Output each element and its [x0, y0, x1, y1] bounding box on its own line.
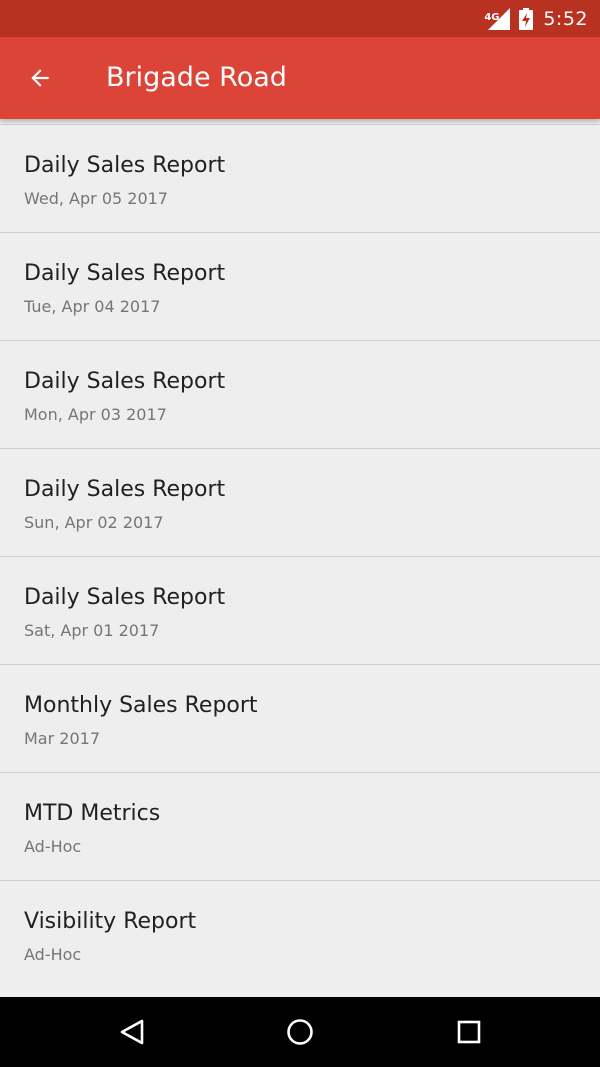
navigation-bar [0, 997, 600, 1067]
report-title: Daily Sales Report [24, 153, 226, 178]
list-item[interactable]: Daily Sales Report Tue, Apr 04 2017 [0, 233, 600, 341]
report-subtitle: Wed, Apr 05 2017 [24, 189, 168, 208]
page-title: Brigade Road [106, 62, 287, 93]
report-title: Daily Sales Report [24, 369, 226, 394]
network-type-label: 4G [484, 11, 500, 23]
triangle-back-icon [120, 1019, 144, 1045]
back-button[interactable] [16, 54, 64, 102]
report-title: Daily Sales Report [24, 261, 226, 286]
battery-indicator [519, 7, 534, 30]
report-subtitle: Sat, Apr 01 2017 [24, 621, 160, 640]
report-title: MTD Metrics [24, 801, 161, 826]
report-subtitle: Ad-Hoc [24, 945, 82, 964]
battery-charging-icon [519, 7, 534, 30]
list-item[interactable]: Daily Sales Report Sat, Apr 01 2017 [0, 557, 600, 665]
circle-home-icon [287, 1019, 313, 1045]
nav-recents-button[interactable] [445, 1008, 493, 1056]
report-subtitle: Mon, Apr 03 2017 [24, 405, 167, 424]
report-subtitle: Ad-Hoc [24, 837, 82, 856]
status-bar: 4G 5:52 [0, 0, 600, 37]
list-item[interactable]: Daily Sales Report Mon, Apr 03 2017 [0, 341, 600, 449]
status-icons: 4G 5:52 [484, 0, 588, 37]
list-item[interactable]: Daily Sales Report Sun, Apr 02 2017 [0, 449, 600, 557]
list-item[interactable]: Daily Sales Report Wed, Apr 05 2017 [0, 125, 600, 233]
app-bar: Brigade Road [0, 37, 600, 119]
report-subtitle: Mar 2017 [24, 729, 100, 748]
arrow-back-icon [31, 69, 49, 87]
report-title: Daily Sales Report [24, 585, 226, 610]
report-title: Daily Sales Report [24, 477, 226, 502]
status-clock: 5:52 [543, 7, 588, 30]
list-item[interactable]: MTD Metrics Ad-Hoc [0, 773, 600, 881]
list-item[interactable]: Monthly Sales Report Mar 2017 [0, 665, 600, 773]
nav-home-button[interactable] [276, 1008, 324, 1056]
list-item[interactable]: Visibility Report Ad-Hoc [0, 881, 600, 989]
signal-indicator: 4G [484, 7, 511, 31]
report-subtitle: Sun, Apr 02 2017 [24, 513, 164, 532]
report-title: Monthly Sales Report [24, 693, 258, 718]
report-subtitle: Tue, Apr 04 2017 [24, 297, 161, 316]
nav-back-button[interactable] [108, 1008, 156, 1056]
report-title: Visibility Report [24, 909, 197, 934]
square-recents-icon [457, 1020, 481, 1044]
report-list: Daily Sales Report Wed, Apr 05 2017 Dail… [0, 124, 600, 989]
